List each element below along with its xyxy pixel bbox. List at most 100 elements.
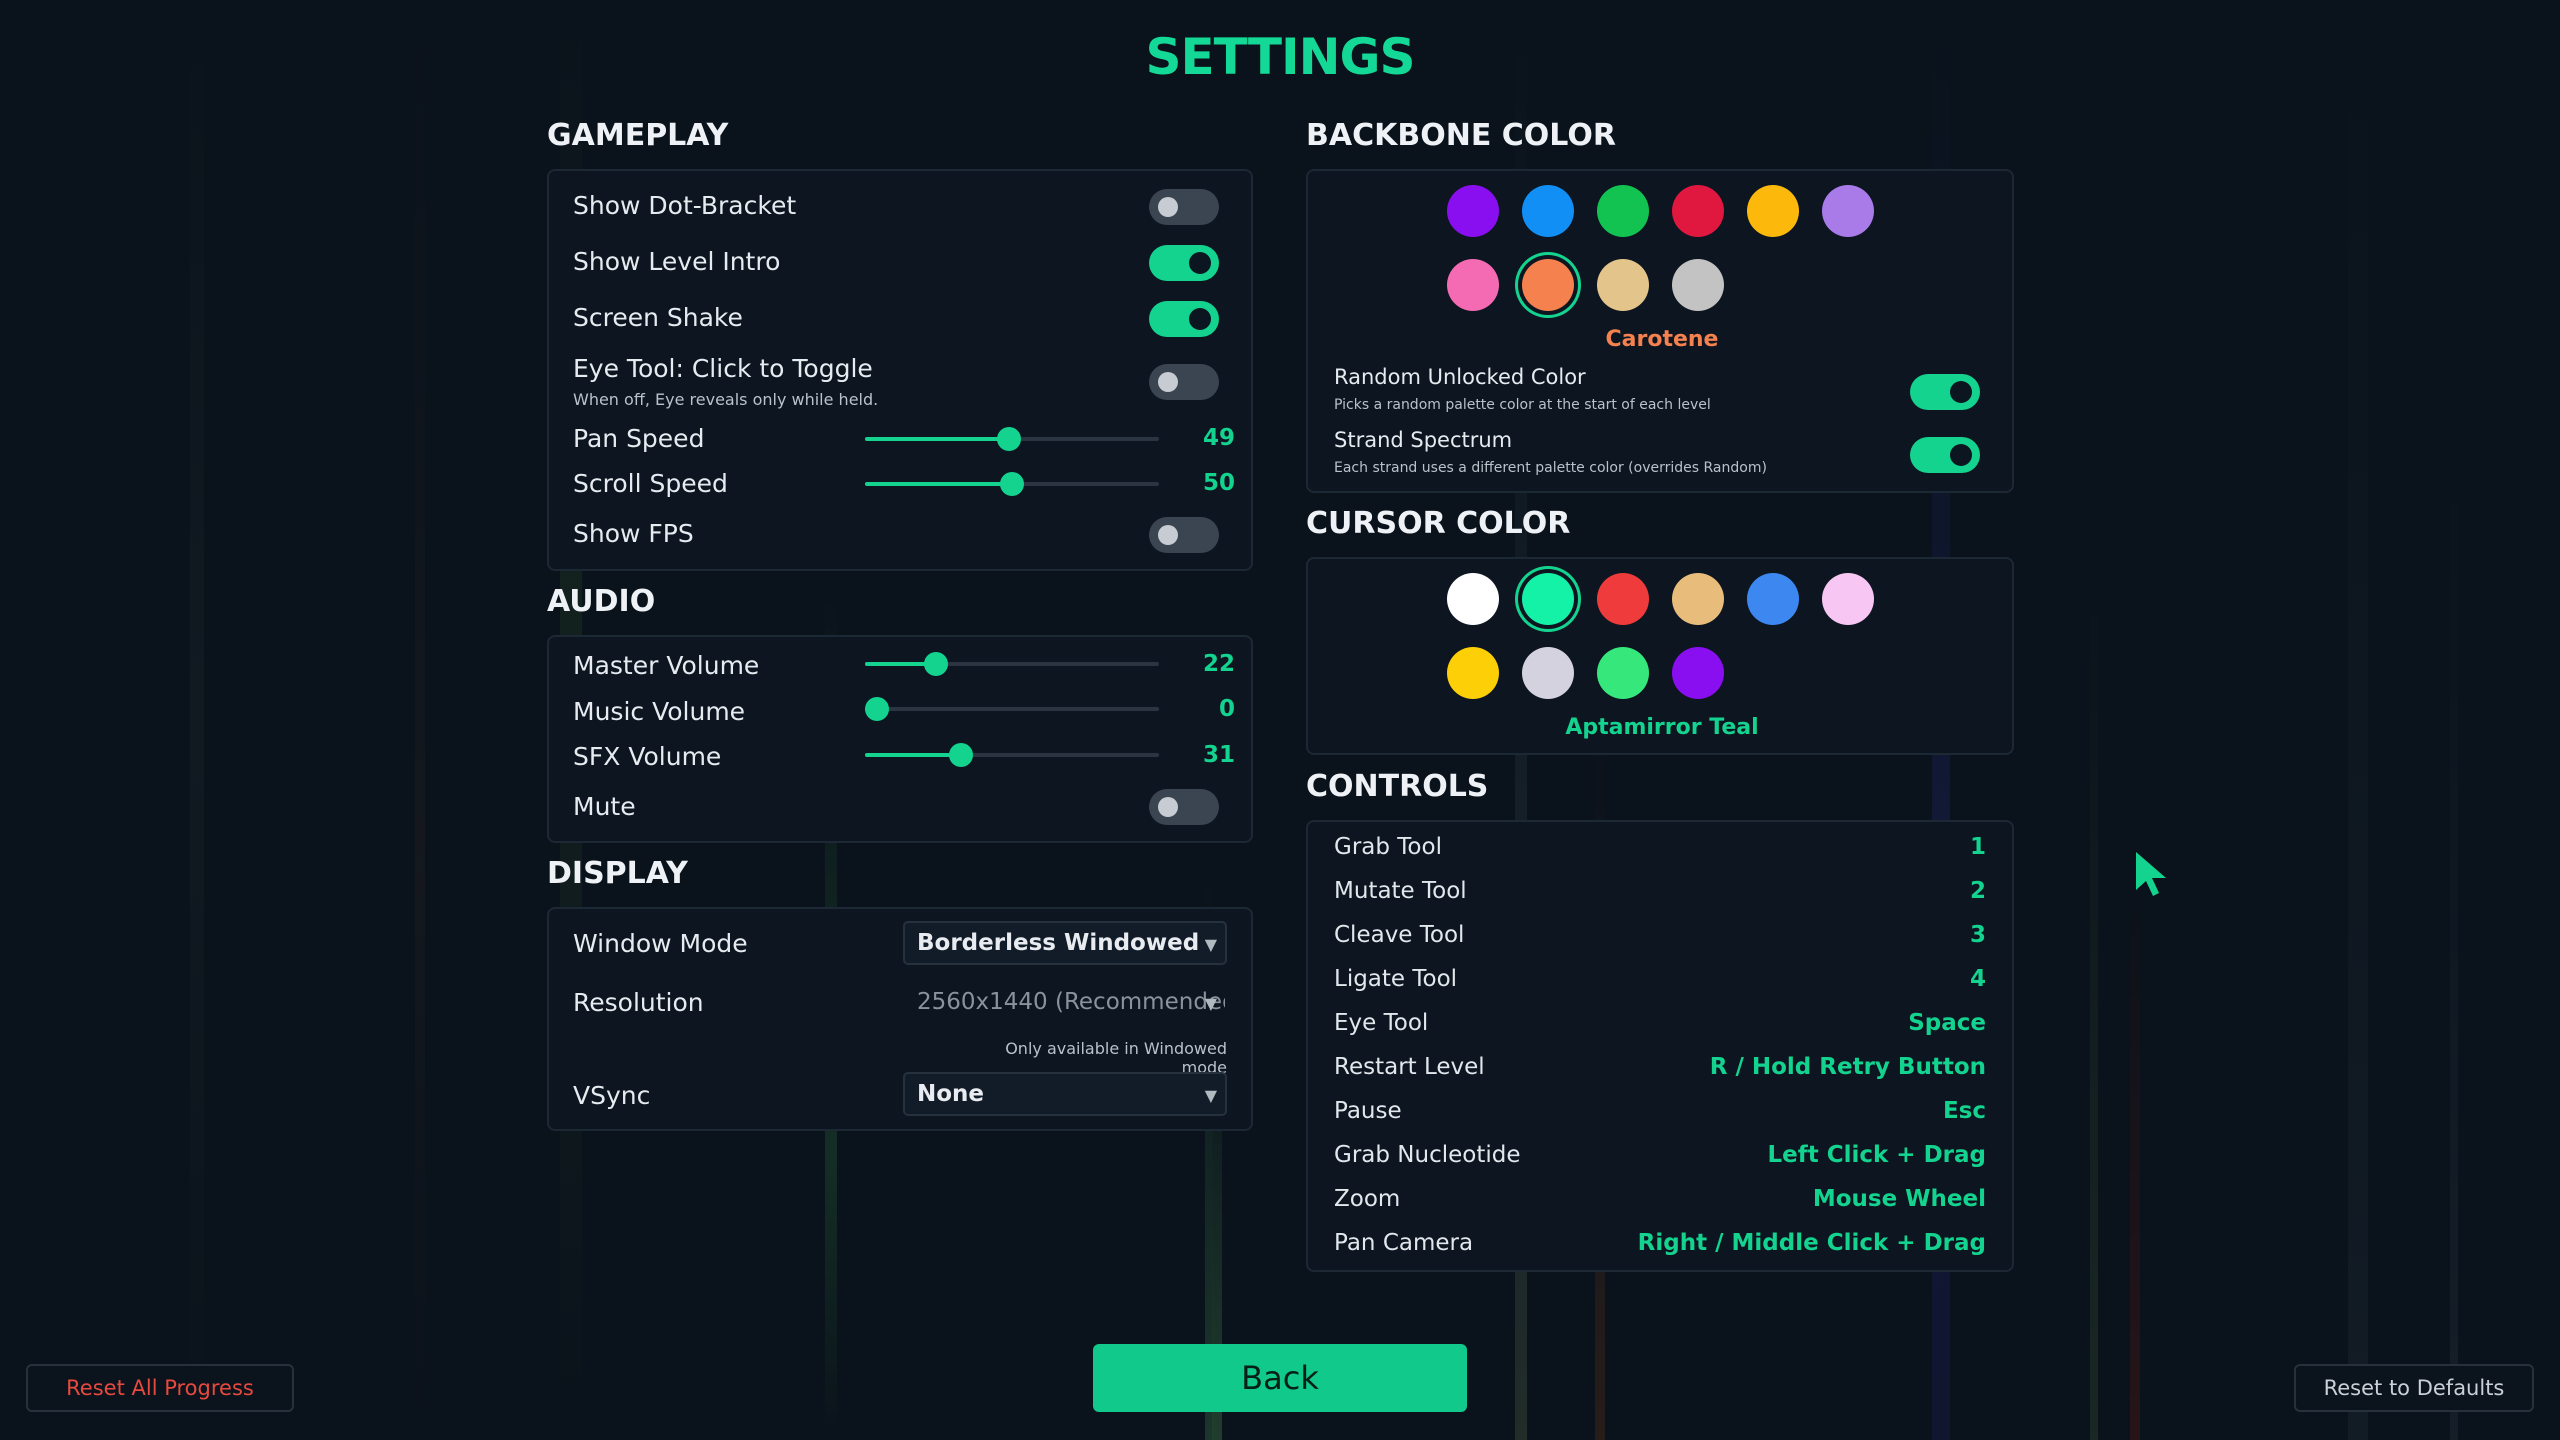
show-level-intro-toggle[interactable] <box>1149 245 1219 281</box>
chevron-down-icon: ▼ <box>1204 935 1217 954</box>
window-mode-value: Borderless Windowed <box>917 930 1200 956</box>
mute-toggle[interactable] <box>1149 789 1219 825</box>
backbone-selected-name: Carotene <box>1605 327 1719 352</box>
backbone-swatch[interactable] <box>1822 185 1874 237</box>
control-label: Mutate Tool <box>1334 878 1467 904</box>
show-fps-toggle[interactable] <box>1149 517 1219 553</box>
strand-spectrum-description: Each strand uses a different palette col… <box>1334 460 1767 476</box>
window-mode-select[interactable]: Borderless Windowed ▼ <box>903 921 1227 965</box>
show-dot-bracket-toggle[interactable] <box>1149 189 1219 225</box>
cursor-color-swatch[interactable] <box>1447 573 1499 625</box>
backbone-swatch[interactable] <box>1522 185 1574 237</box>
control-key-binding[interactable]: Left Click + Drag <box>1767 1142 1986 1168</box>
slider-thumb[interactable] <box>1000 472 1024 496</box>
window-mode-label: Window Mode <box>573 929 748 958</box>
show-level-intro-label: Show Level Intro <box>573 247 781 276</box>
slider-thumb[interactable] <box>997 427 1022 451</box>
reset-to-defaults-button[interactable]: Reset to Defaults <box>2294 1364 2534 1412</box>
control-key-binding[interactable]: Esc <box>1943 1098 1986 1124</box>
back-button[interactable]: Back <box>1093 1344 1467 1412</box>
toggle-knob <box>1950 381 1972 403</box>
vsync-select[interactable]: None ▼ <box>903 1072 1227 1116</box>
random-unlocked-description: Picks a random palette color at the star… <box>1334 397 1711 413</box>
slider-thumb[interactable] <box>924 652 949 676</box>
control-key-binding[interactable]: 4 <box>1970 966 1986 992</box>
control-key-binding[interactable]: 3 <box>1970 922 1986 948</box>
eye-tool-toggle[interactable] <box>1149 364 1219 400</box>
master-volume-slider[interactable] <box>865 649 1159 679</box>
control-label: Restart Level <box>1334 1054 1485 1080</box>
screen-shake-label: Screen Shake <box>573 303 743 332</box>
slider-fill <box>865 482 1012 486</box>
vsync-label: VSync <box>573 1081 651 1110</box>
vsync-value: None <box>917 1081 985 1107</box>
cursor-selected-name: Aptamirror Teal <box>1565 715 1759 740</box>
backbone-swatch[interactable] <box>1597 185 1649 237</box>
backbone-swatch[interactable] <box>1447 185 1499 237</box>
slider-fill <box>865 753 961 757</box>
strand-spectrum-toggle[interactable] <box>1910 437 1980 473</box>
control-label: Ligate Tool <box>1334 966 1458 992</box>
scroll-speed-label: Scroll Speed <box>573 469 728 498</box>
chevron-down-icon: ▼ <box>1204 994 1217 1013</box>
cursor-color-swatch[interactable] <box>1672 647 1724 699</box>
slider-track <box>865 707 1159 711</box>
strand-spectrum-label: Strand Spectrum <box>1334 428 1513 452</box>
toggle-knob <box>1189 252 1211 274</box>
slider-thumb[interactable] <box>865 697 889 721</box>
mouse-pointer-icon <box>2136 852 2166 896</box>
backbone-color-heading: BACKBONE COLOR <box>1306 118 1616 153</box>
cursor-color-swatch[interactable] <box>1672 573 1724 625</box>
toggle-knob <box>1189 308 1211 330</box>
scroll-speed-slider[interactable] <box>865 469 1159 499</box>
control-key-binding[interactable]: R / Hold Retry Button <box>1710 1054 1986 1080</box>
pan-speed-slider[interactable] <box>865 424 1159 454</box>
resolution-label: Resolution <box>573 988 704 1017</box>
slider-thumb[interactable] <box>948 743 973 767</box>
sfx-volume-label: SFX Volume <box>573 742 722 771</box>
toggle-knob <box>1158 797 1178 817</box>
backbone-swatch[interactable] <box>1447 259 1499 311</box>
backbone-swatch[interactable] <box>1597 259 1649 311</box>
control-key-binding[interactable]: Space <box>1908 1010 1986 1036</box>
control-label: Eye Tool <box>1334 1010 1429 1036</box>
cursor-color-swatch[interactable] <box>1522 647 1574 699</box>
backbone-swatch[interactable] <box>1672 185 1724 237</box>
cursor-color-swatch[interactable] <box>1597 573 1649 625</box>
audio-heading: AUDIO <box>547 584 656 619</box>
control-key-binding[interactable]: 1 <box>1970 834 1986 860</box>
control-key-binding[interactable]: 2 <box>1970 878 1986 904</box>
cursor-color-swatch[interactable] <box>1522 573 1574 625</box>
backbone-color-panel: Carotene Random Unlocked Color Picks a r… <box>1306 169 2014 493</box>
reset-all-progress-button[interactable]: Reset All Progress <box>26 1364 294 1412</box>
slider-fill <box>865 437 1010 441</box>
sfx-volume-slider[interactable] <box>865 740 1159 770</box>
random-unlocked-toggle[interactable] <box>1910 374 1980 410</box>
cursor-color-swatch[interactable] <box>1597 647 1649 699</box>
cursor-color-swatch[interactable] <box>1747 573 1799 625</box>
pan-speed-value: 49 <box>1202 425 1235 451</box>
show-dot-bracket-label: Show Dot-Bracket <box>573 191 797 220</box>
backbone-swatch[interactable] <box>1672 259 1724 311</box>
control-label: Pause <box>1334 1098 1402 1124</box>
control-label: Grab Tool <box>1334 834 1442 860</box>
settings-screen: SETTINGS GAMEPLAY Show Dot-Bracket Show … <box>0 0 2560 1440</box>
toggle-knob <box>1158 197 1178 217</box>
mute-label: Mute <box>573 792 636 821</box>
page-title: SETTINGS <box>1145 28 1415 86</box>
control-label: Zoom <box>1334 1186 1401 1212</box>
gameplay-heading: GAMEPLAY <box>547 118 729 153</box>
music-volume-slider[interactable] <box>865 694 1159 724</box>
control-label: Grab Nucleotide <box>1334 1142 1521 1168</box>
resolution-value: 2560x1440 (Recommended) <box>917 989 1227 1015</box>
cursor-color-swatch[interactable] <box>1447 647 1499 699</box>
control-key-binding[interactable]: Right / Middle Click + Drag <box>1638 1230 1986 1256</box>
backbone-swatch[interactable] <box>1522 259 1574 311</box>
control-key-binding[interactable]: Mouse Wheel <box>1813 1186 1986 1212</box>
screen-shake-toggle[interactable] <box>1149 301 1219 337</box>
sfx-volume-value: 31 <box>1202 742 1235 768</box>
random-unlocked-label: Random Unlocked Color <box>1334 365 1586 389</box>
backbone-swatch[interactable] <box>1747 185 1799 237</box>
master-volume-value: 22 <box>1202 651 1235 677</box>
cursor-color-swatch[interactable] <box>1822 573 1874 625</box>
